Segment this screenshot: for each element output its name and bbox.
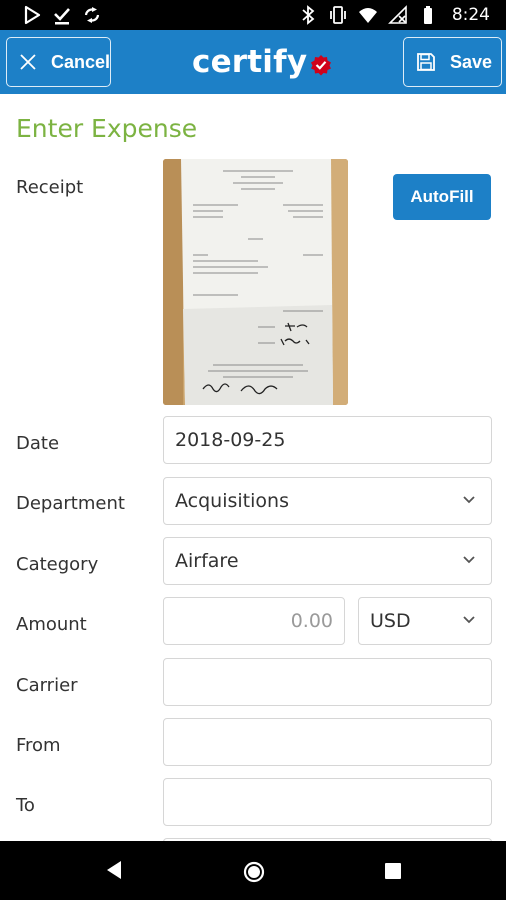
receipt-image[interactable] xyxy=(163,159,348,405)
chevron-down-icon xyxy=(463,556,475,564)
receipt-photo xyxy=(163,159,348,405)
floppy-disk-icon xyxy=(417,53,435,71)
category-label: Category xyxy=(16,554,99,575)
chevron-down-icon xyxy=(463,496,475,504)
checkmark-badge-icon xyxy=(311,55,332,76)
amount-input[interactable]: 0.00 xyxy=(163,597,345,645)
date-value: 2018-09-25 xyxy=(175,429,286,451)
from-label: From xyxy=(16,735,61,756)
department-select[interactable]: Acquisitions xyxy=(163,477,492,525)
vibrate-icon xyxy=(329,6,346,24)
download-done-icon xyxy=(54,8,70,25)
cancel-label: Cancel xyxy=(50,51,110,72)
amount-label: Amount xyxy=(16,614,87,635)
navigation-bar xyxy=(0,841,506,900)
bluetooth-icon xyxy=(302,5,315,25)
status-bar: 8:24 xyxy=(0,0,506,30)
status-left-icons xyxy=(22,4,102,26)
close-icon xyxy=(20,54,36,70)
status-right-icons: 8:24 xyxy=(298,4,490,26)
department-label: Department xyxy=(16,493,125,514)
status-time: 8:24 xyxy=(451,5,490,25)
app-bar: Cancel certify Save xyxy=(0,30,506,94)
date-field[interactable]: 2018-09-25 xyxy=(163,416,492,464)
no-signal-icon xyxy=(387,5,407,24)
back-icon[interactable] xyxy=(103,858,123,882)
home-icon[interactable] xyxy=(242,860,266,884)
save-label: Save xyxy=(450,51,493,72)
autofill-button[interactable]: AutoFill xyxy=(393,174,491,220)
page-title: Enter Expense xyxy=(16,114,198,143)
carrier-field[interactable] xyxy=(163,658,492,706)
category-select[interactable]: Airfare xyxy=(163,537,492,585)
receipt-label: Receipt xyxy=(16,177,84,198)
chevron-down-icon xyxy=(463,616,475,624)
sync-icon xyxy=(84,7,100,23)
wifi-icon xyxy=(358,8,377,23)
certify-logo: certify xyxy=(192,44,332,80)
currency-select[interactable]: USD xyxy=(358,597,492,645)
recents-icon[interactable] xyxy=(385,863,401,879)
from-field[interactable] xyxy=(163,718,492,766)
date-label: Date xyxy=(16,433,60,454)
department-value: Acquisitions xyxy=(175,490,289,512)
category-value: Airfare xyxy=(175,550,239,572)
carrier-label: Carrier xyxy=(16,675,78,696)
cancel-button[interactable]: Cancel xyxy=(6,37,111,87)
amount-placeholder: 0.00 xyxy=(290,610,333,632)
to-field[interactable] xyxy=(163,778,492,826)
save-button[interactable]: Save xyxy=(403,37,502,87)
currency-value: USD xyxy=(370,610,411,632)
to-label: To xyxy=(16,795,35,816)
play-store-icon xyxy=(24,5,41,25)
logo-text: certify xyxy=(192,44,308,80)
battery-icon xyxy=(423,6,432,24)
